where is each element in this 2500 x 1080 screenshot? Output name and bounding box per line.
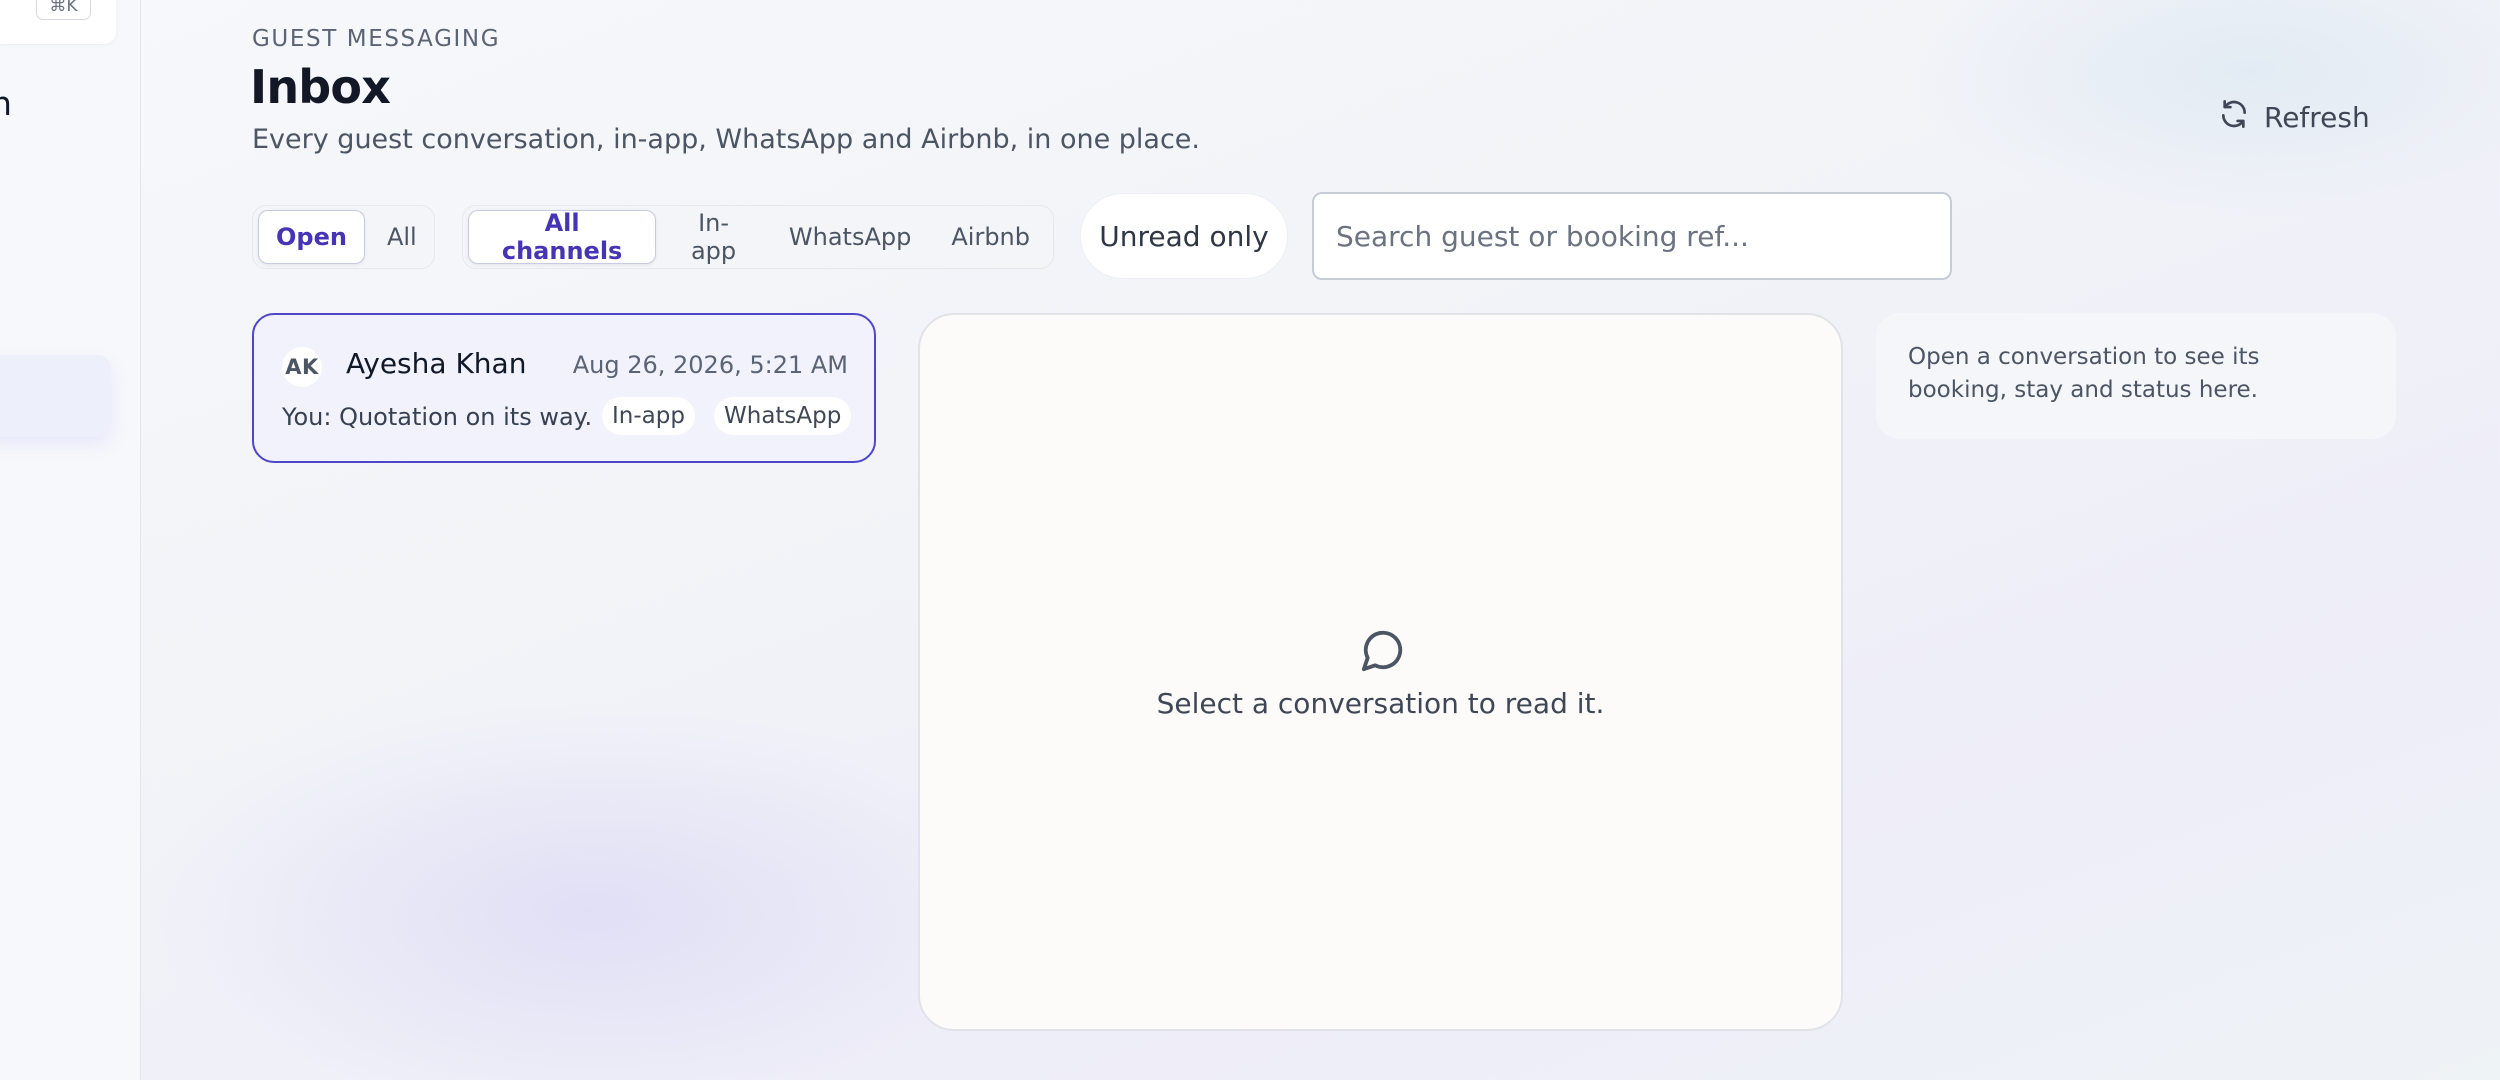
details-hint: Open a conversation to see its booking, … <box>1908 344 2260 403</box>
filter-open[interactable]: Open <box>258 210 365 264</box>
channel-badge: WhatsApp <box>714 397 852 435</box>
empty-state-text: Select a conversation to read it. <box>1156 687 1605 720</box>
section-eyebrow: GUEST MESSAGING <box>252 26 501 52</box>
avatar: AK <box>282 347 322 387</box>
conversation-pane: Select a conversation to read it. <box>918 313 1843 1031</box>
page-title: Inbox <box>250 60 391 114</box>
conversation-item[interactable]: AK Ayesha Khan Aug 26, 2026, 5:21 AM You… <box>252 313 876 463</box>
shortcut-hint: ⌘K <box>36 0 91 20</box>
background-glow <box>1900 0 2500 220</box>
channel-whatsapp[interactable]: WhatsApp <box>771 210 929 264</box>
refresh-button[interactable]: Refresh <box>2210 94 2378 140</box>
conversation-timestamp: Aug 26, 2026, 5:21 AM <box>572 351 848 379</box>
refresh-label: Refresh <box>2264 100 2370 134</box>
refresh-icon <box>2218 98 2250 137</box>
sidebar-item-active[interactable] <box>0 355 111 437</box>
status-filter: Open All <box>252 205 435 269</box>
channel-airbnb[interactable]: Airbnb <box>933 210 1048 264</box>
unread-only-toggle[interactable]: Unread only <box>1080 193 1288 279</box>
message-preview: You: Quotation on its way. <box>282 403 593 431</box>
guest-name: Ayesha Khan <box>346 347 527 380</box>
page-subtitle: Every guest conversation, in-app, WhatsA… <box>252 124 1201 155</box>
command-search-trigger[interactable]: ⌘K <box>0 0 116 44</box>
channel-in-app[interactable]: In-app <box>660 209 767 265</box>
search-input[interactable] <box>1312 192 1952 280</box>
sidebar-brand-fragment: n <box>0 84 12 123</box>
sidebar: ⌘K n <box>0 0 141 1080</box>
filter-all[interactable]: All <box>369 210 435 264</box>
channel-filter: All channels In-app WhatsApp Airbnb <box>462 205 1054 269</box>
chat-bubble-icon <box>1360 627 1406 673</box>
channel-all[interactable]: All channels <box>468 209 657 265</box>
channel-badge: In-app <box>602 397 695 435</box>
booking-details-panel: Open a conversation to see its booking, … <box>1876 313 2396 439</box>
background-glow <box>140 700 1040 1080</box>
